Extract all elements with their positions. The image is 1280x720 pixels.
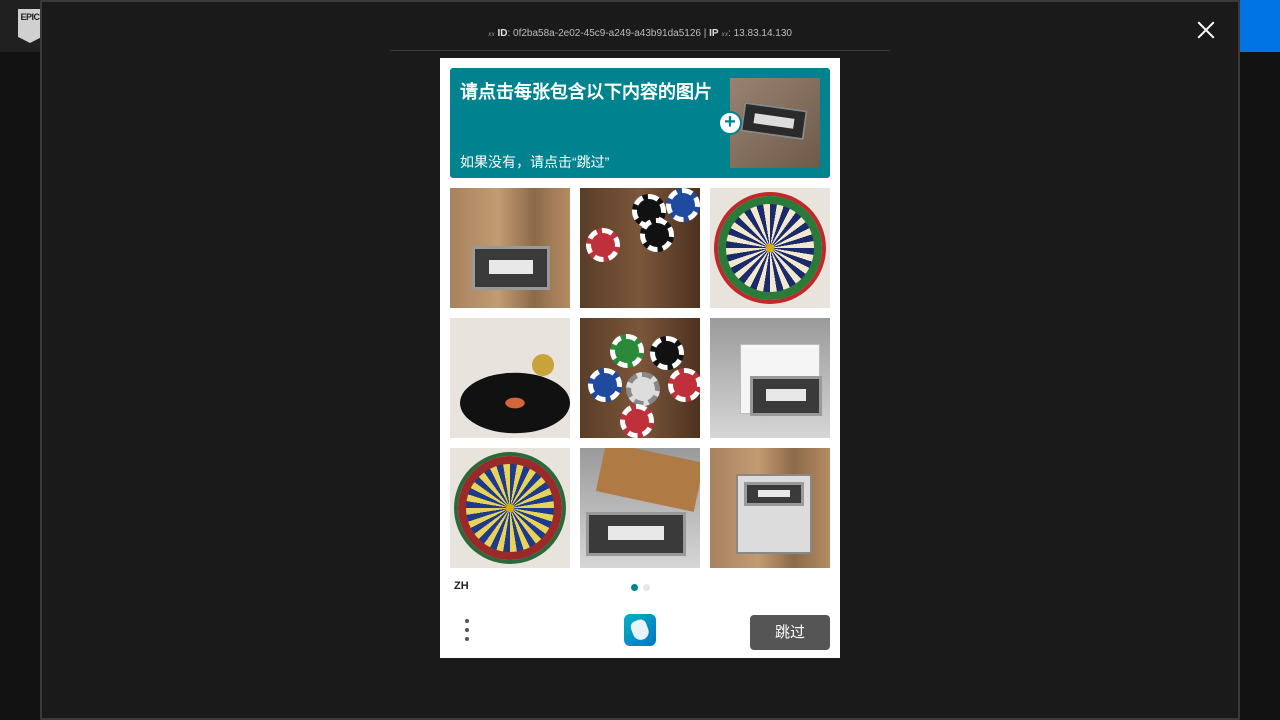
divider — [390, 50, 890, 51]
id-prefix: 𝑥𝑥 — [488, 32, 495, 38]
grid-image-cassette-wood[interactable] — [450, 188, 570, 308]
skip-button[interactable]: 跳过 — [750, 615, 830, 650]
grid-image-poker-chips-spread[interactable] — [580, 318, 700, 438]
grid-image-vinyl-record[interactable] — [450, 318, 570, 438]
background-action-button[interactable] — [1238, 0, 1280, 52]
example-image — [730, 78, 820, 168]
hcaptcha-logo-icon[interactable] — [624, 614, 656, 646]
prompt-subtitle: 如果没有，请点击“跳过” — [460, 154, 610, 170]
image-grid — [450, 188, 830, 568]
prompt-title: 请点击每张包含以下内容的图片 — [460, 82, 712, 102]
grid-image-cassette-white-box[interactable] — [710, 318, 830, 438]
grid-image-dartboard-green[interactable] — [710, 188, 830, 308]
epic-games-logo[interactable]: EPIC — [18, 9, 42, 43]
id-value: : 0f2ba58a-2e02-45c9-a249-a43b91da5126 | — [507, 28, 710, 39]
pagination-dots — [631, 584, 650, 591]
hcaptcha-challenge: 请点击每张包含以下内容的图片 如果没有，请点击“跳过” + ZH 跳过 — [440, 58, 840, 658]
ip-label: IP — [709, 28, 719, 39]
captcha-modal: 𝑥𝑥 ID: 0f2ba58a-2e02-45c9-a249-a43b91da5… — [40, 0, 1240, 720]
grid-image-dartboard-blue[interactable] — [450, 448, 570, 568]
page-dot-1 — [631, 584, 638, 591]
grid-image-poker-chips-stack[interactable] — [580, 188, 700, 308]
id-label: ID — [497, 28, 508, 39]
page-dot-2 — [643, 584, 650, 591]
ip-value: : 13.83.14.130 — [728, 28, 792, 39]
menu-icon[interactable] — [460, 616, 474, 644]
plus-icon: + — [718, 111, 742, 135]
session-id-line: 𝑥𝑥 ID: 0f2ba58a-2e02-45c9-a249-a43b91da5… — [390, 28, 890, 39]
close-icon[interactable] — [1196, 20, 1216, 40]
language-selector[interactable]: ZH — [454, 580, 469, 592]
grid-image-cassette-player[interactable] — [710, 448, 830, 568]
grid-image-cassettes-tray[interactable] — [580, 448, 700, 568]
challenge-prompt: 请点击每张包含以下内容的图片 如果没有，请点击“跳过” + — [450, 68, 830, 178]
logo-text: EPIC — [20, 12, 40, 22]
